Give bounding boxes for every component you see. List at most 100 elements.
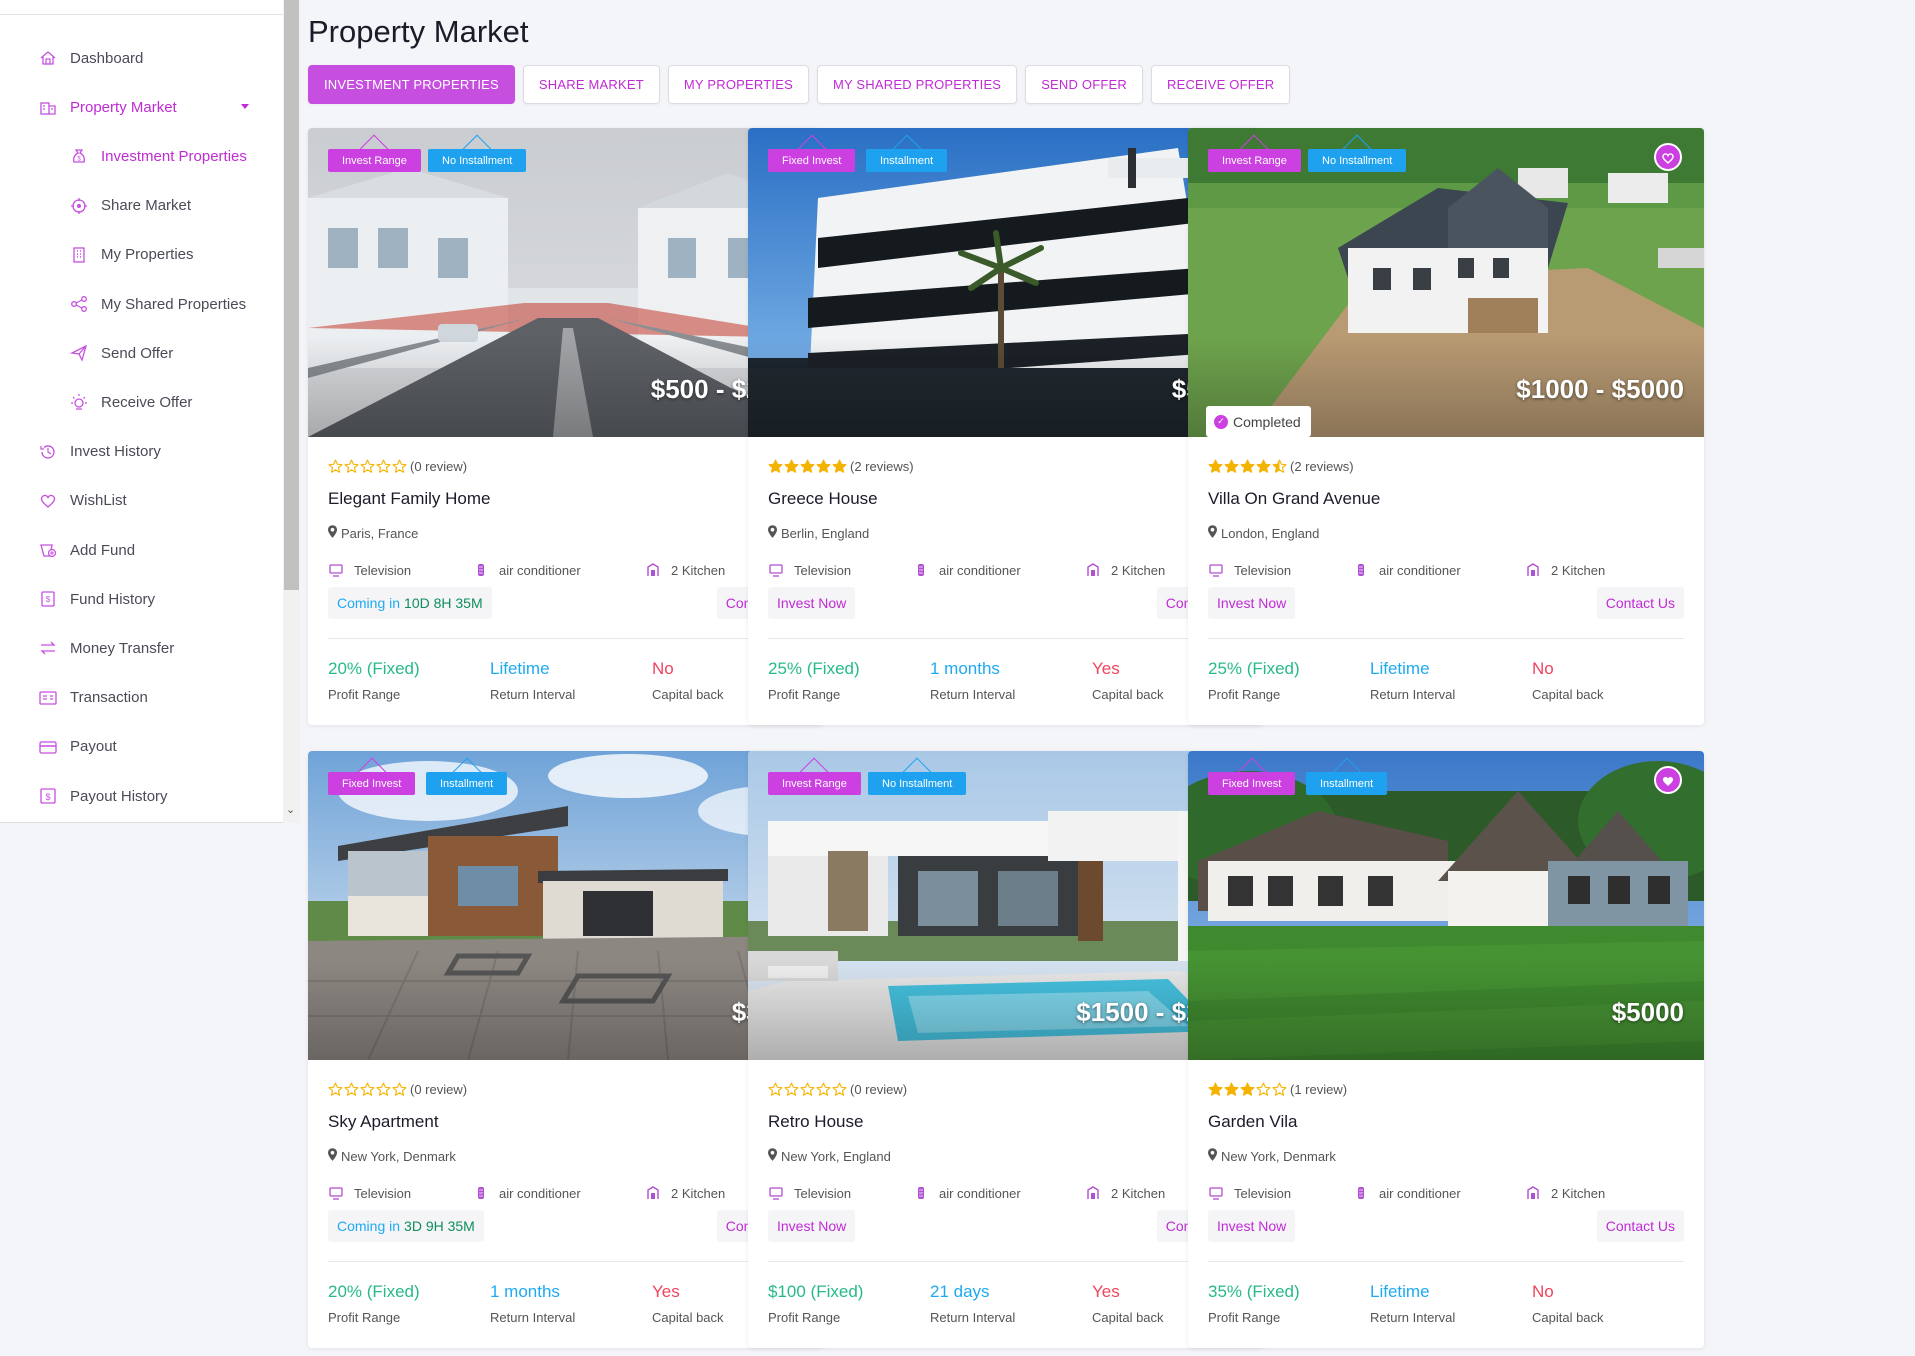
sidebar-item-transaction[interactable]: Transaction — [0, 678, 283, 718]
profit-range-stat: 20% (Fixed) Profit Range — [328, 659, 420, 702]
amenity-label: Television — [1234, 562, 1292, 578]
sidebar-item-fund-history[interactable]: $ Fund History — [0, 579, 283, 619]
sidebar-item-investment-properties[interactable]: $ Investment Properties — [0, 136, 283, 176]
capital-back-value: No — [1532, 659, 1554, 678]
sidebar-item-property-market[interactable]: Property Market — [0, 87, 283, 127]
property-title[interactable]: Greece House — [768, 489, 878, 509]
star-filled-icon — [1240, 1082, 1255, 1097]
review-count: (1 review) — [1290, 1082, 1348, 1097]
capital-back-value: Yes — [1092, 659, 1120, 678]
return-interval-stat: 1 months Return Interval — [930, 659, 1015, 702]
transaction-icon — [39, 689, 57, 707]
air-conditioner-icon — [1353, 562, 1369, 578]
return-interval-value: Lifetime — [490, 659, 550, 678]
amenity-label: 2 Kitchen — [671, 562, 726, 578]
sidebar-item-add-fund[interactable]: Add Fund — [0, 530, 283, 570]
contact-us-button[interactable]: Contact Us — [1596, 587, 1684, 619]
invest-type-badge: Fixed Invest — [1208, 772, 1296, 795]
installment-badge: No Installment — [868, 772, 967, 795]
invest-now-button[interactable]: Invest Now — [768, 1210, 856, 1242]
sidebar-item-wishlist[interactable]: WishList — [0, 481, 283, 521]
sidebar-scrollbar[interactable]: ⌄ — [283, 0, 300, 823]
property-location: New York, Denmark — [1208, 1148, 1336, 1164]
invest-now-button[interactable]: Invest Now — [1208, 1210, 1296, 1242]
property-title[interactable]: Villa On Grand Avenue — [1208, 489, 1380, 509]
sidebar-item-my-properties[interactable]: My Properties — [0, 235, 283, 275]
sidebar-item-payout[interactable]: Payout — [0, 727, 283, 767]
sidebar-scrollbar-thumb[interactable] — [284, 0, 299, 590]
property-title[interactable]: Sky Apartment — [328, 1112, 439, 1132]
sidebar-item-invest-history[interactable]: Invest History — [0, 432, 283, 472]
capital-back-label: Capital back — [652, 1310, 724, 1325]
star-empty-icon — [816, 1082, 831, 1097]
card-divider — [328, 638, 804, 639]
tab-send-offer[interactable]: SEND OFFER — [1025, 65, 1143, 104]
property-card[interactable]: Invest Range No Installment $1000 - $5000 ✓… — [1188, 128, 1704, 725]
star-filled-icon — [800, 459, 815, 474]
sidebar-item-share-market[interactable]: Share Market — [0, 186, 283, 226]
return-interval-stat: Lifetime Return Interval — [1370, 659, 1455, 702]
amenity-2: air conditioner — [473, 1185, 581, 1201]
tab-my-shared-properties[interactable]: MY SHARED PROPERTIES — [816, 65, 1018, 104]
profit-range-label: Profit Range — [328, 1310, 401, 1325]
share-icon — [70, 295, 88, 313]
kitchen-icon — [1085, 1185, 1101, 1201]
heart-icon — [39, 492, 57, 510]
property-card[interactable]: Fixed Invest Installment $5000 (1 review) Ga… — [1188, 751, 1704, 1348]
return-interval-label: Return Interval — [930, 687, 1016, 702]
return-interval-stat: 1 months Return Interval — [490, 1282, 575, 1325]
star-rating — [328, 1082, 407, 1097]
tab-receive-offer[interactable]: RECEIVE OFFER — [1150, 65, 1291, 104]
action-row: Invest NowContact Us — [768, 587, 1244, 619]
sidebar-item-my-shared-properties[interactable]: My Shared Properties — [0, 284, 283, 324]
invest-now-button[interactable]: Invest Now — [1208, 587, 1296, 619]
property-title[interactable]: Retro House — [768, 1112, 863, 1132]
profit-range-label: Profit Range — [328, 687, 401, 702]
kitchen-icon — [1525, 1185, 1541, 1201]
rating: (1 review) — [1208, 1082, 1347, 1097]
sidebar-item-dashboard[interactable]: Dashboard — [0, 38, 283, 78]
wishlist-heart-icon[interactable] — [1654, 143, 1682, 171]
star-empty-icon — [1256, 1082, 1271, 1097]
capital-back-stat: No Capital back — [652, 659, 724, 702]
rating: (2 reviews) — [1208, 459, 1354, 474]
sidebar-item-send-offer[interactable]: Send Offer — [0, 333, 283, 373]
property-location: New York, Denmark — [328, 1148, 456, 1164]
profit-range-value: 20% (Fixed) — [328, 1282, 420, 1301]
amenity-label: Television — [354, 562, 412, 578]
scroll-down-arrow-icon[interactable]: ⌄ — [286, 804, 295, 816]
star-empty-icon — [328, 1082, 343, 1097]
property-card[interactable]: Invest Range No Installment $1500 - $2000(… — [748, 751, 1264, 1348]
invest-now-button[interactable]: Invest Now — [768, 587, 856, 619]
star-empty-icon — [344, 1082, 359, 1097]
tab-investment-properties[interactable]: INVESTMENT PROPERTIES — [308, 65, 515, 104]
countdown-time: 10D 8H 35M — [404, 595, 483, 611]
star-filled-icon — [784, 459, 799, 474]
wishlist-heart-filled-icon[interactable] — [1654, 766, 1682, 794]
star-empty-icon — [392, 1082, 407, 1097]
map-pin-icon — [1208, 525, 1217, 541]
star-empty-icon — [1272, 1082, 1287, 1097]
profit-range-label: Profit Range — [768, 687, 841, 702]
contact-us-button[interactable]: Contact Us — [1596, 1210, 1684, 1242]
property-card[interactable]: Fixed InvestInstallment$3000(0 review)Sk… — [308, 751, 824, 1348]
property-title[interactable]: Elegant Family Home — [328, 489, 491, 509]
property-title[interactable]: Garden Vila — [1208, 1112, 1297, 1132]
sidebar-item-payout-history[interactable]: $ Payout History — [0, 776, 283, 816]
sidebar-item-money-transfer[interactable]: Money Transfer — [0, 628, 283, 668]
amenity-label: Television — [354, 1185, 412, 1201]
return-interval-label: Return Interval — [490, 687, 576, 702]
profit-range-label: Profit Range — [1208, 1310, 1281, 1325]
sidebar-item-label: Dashboard — [70, 49, 144, 67]
capital-back-label: Capital back — [1532, 1310, 1604, 1325]
tab-my-properties[interactable]: MY PROPERTIES — [667, 65, 809, 104]
installment-badge: Installment — [866, 149, 948, 172]
property-card[interactable]: Invest Range No Installment $500 - $2000 (0… — [308, 128, 824, 725]
profit-range-label: Profit Range — [768, 1310, 841, 1325]
return-interval-label: Return Interval — [930, 1310, 1016, 1325]
sidebar-item-receive-offer[interactable]: Receive Offer — [0, 382, 283, 422]
tab-share-market[interactable]: SHARE MARKET — [522, 65, 660, 104]
property-card[interactable]: Fixed InvestInstallment$5000(2 reviews)G… — [748, 128, 1264, 725]
star-rating — [768, 459, 847, 474]
kitchen-icon — [645, 562, 661, 578]
